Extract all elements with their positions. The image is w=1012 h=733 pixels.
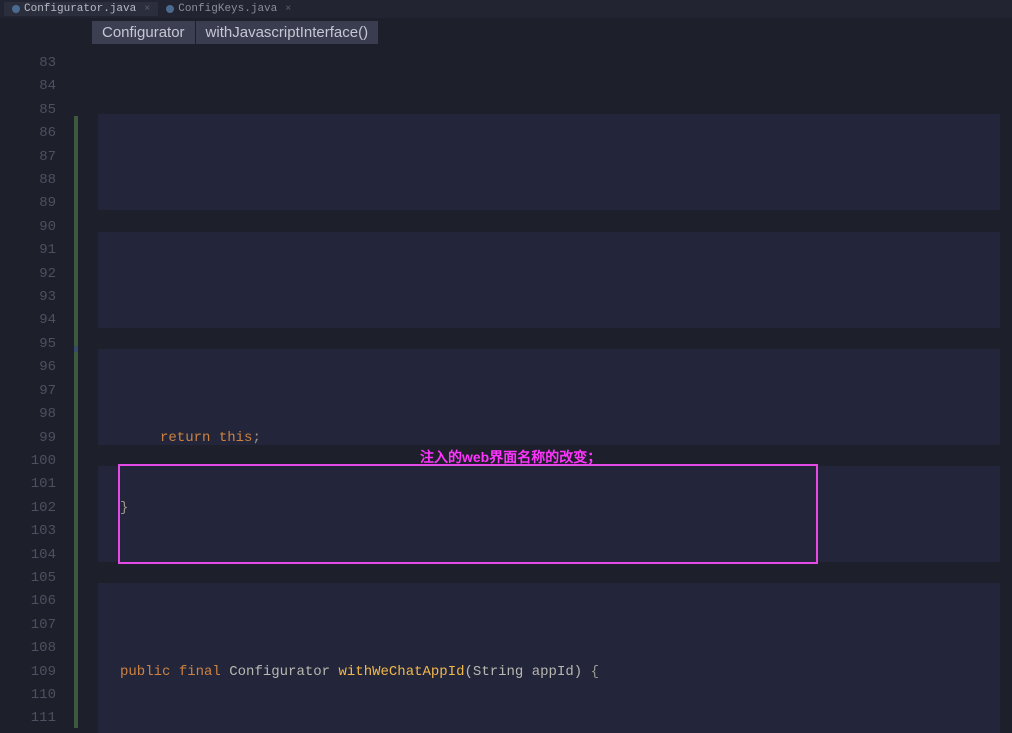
line-number: 98 bbox=[0, 403, 56, 426]
line-number: 109 bbox=[0, 661, 56, 684]
tab-configurator[interactable]: Configurator.java × bbox=[4, 2, 158, 16]
line-number: 88 bbox=[0, 169, 56, 192]
line-number: 83 bbox=[0, 52, 56, 75]
line-number: 95 bbox=[0, 333, 56, 356]
tab-label: ConfigKeys.java bbox=[178, 3, 277, 15]
line-number: 102 bbox=[0, 497, 56, 520]
code-area[interactable]: 注入的web界面名称的改变； return this; } public fin… bbox=[80, 46, 1012, 733]
java-file-icon bbox=[12, 5, 20, 13]
code-line bbox=[80, 567, 1012, 590]
line-number: 89 bbox=[0, 192, 56, 215]
line-number: 101 bbox=[0, 473, 56, 496]
method-block-bg bbox=[98, 232, 1000, 328]
code-line: return this; bbox=[80, 427, 1012, 450]
method-block-bg bbox=[98, 114, 1000, 210]
line-number: 86 bbox=[0, 122, 56, 145]
line-number: 106 bbox=[0, 590, 56, 613]
method-block-bg bbox=[98, 583, 1000, 733]
breadcrumb: Configurator withJavascriptInterface() bbox=[0, 18, 1012, 46]
line-number: 96 bbox=[0, 356, 56, 379]
line-number: 93 bbox=[0, 286, 56, 309]
line-number: 99 bbox=[0, 427, 56, 450]
line-number: 107 bbox=[0, 614, 56, 637]
line-number: 91 bbox=[0, 239, 56, 262]
line-number: 104 bbox=[0, 544, 56, 567]
java-file-icon bbox=[166, 5, 174, 13]
line-number: 85 bbox=[0, 99, 56, 122]
line-number: 100 bbox=[0, 450, 56, 473]
line-number: 90 bbox=[0, 216, 56, 239]
code-line: } bbox=[80, 497, 1012, 520]
tab-configkeys[interactable]: ConfigKeys.java × bbox=[158, 2, 299, 16]
breadcrumb-class[interactable]: Configurator bbox=[92, 21, 196, 44]
line-number: 97 bbox=[0, 380, 56, 403]
breadcrumb-method[interactable]: withJavascriptInterface() bbox=[196, 21, 380, 44]
code-editor[interactable]: 8384858687888990919293949596979899100101… bbox=[0, 46, 1012, 733]
editor-tabs: Configurator.java × ConfigKeys.java × bbox=[0, 0, 1012, 18]
line-number: 110 bbox=[0, 684, 56, 707]
line-number: 84 bbox=[0, 75, 56, 98]
line-number: 87 bbox=[0, 146, 56, 169]
line-number: 111 bbox=[0, 707, 56, 730]
line-number: 108 bbox=[0, 637, 56, 660]
code-line: public final Configurator withWeChatAppI… bbox=[80, 661, 1012, 684]
line-number-gutter: 8384858687888990919293949596979899100101… bbox=[0, 46, 74, 733]
line-number: 94 bbox=[0, 309, 56, 332]
line-number: 103 bbox=[0, 520, 56, 543]
line-number: 105 bbox=[0, 567, 56, 590]
close-icon[interactable]: × bbox=[144, 4, 150, 15]
close-icon[interactable]: × bbox=[285, 4, 291, 15]
tab-label: Configurator.java bbox=[24, 3, 136, 15]
line-number: 92 bbox=[0, 263, 56, 286]
